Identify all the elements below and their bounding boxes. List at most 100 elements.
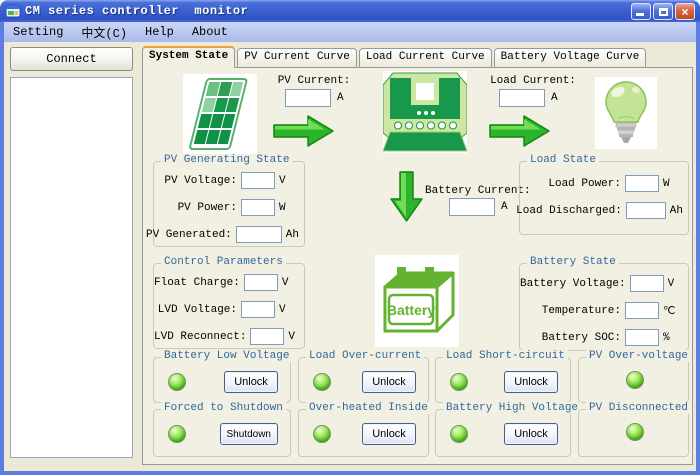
device-listbox[interactable] [10, 77, 133, 458]
status-led [450, 373, 468, 391]
close-button[interactable]: × [675, 3, 695, 20]
status-group-over-heated-inside: Over-heated Inside Unlock [298, 409, 429, 457]
tab-system-state[interactable]: System State [142, 46, 235, 68]
pv-power-input[interactable] [241, 199, 275, 216]
load-current-input[interactable] [499, 89, 545, 107]
unlock-button[interactable]: Unlock [504, 371, 558, 393]
field-unit: W [663, 178, 683, 190]
status-led [626, 423, 644, 441]
load-power-input[interactable] [625, 175, 659, 192]
field-unit: V [288, 331, 299, 343]
load-current-label: Load Current: [485, 75, 581, 87]
window-title: CM series controller monitor [25, 4, 248, 18]
menu-item-language[interactable]: 中文(C) [72, 22, 136, 43]
temperature-input[interactable] [625, 302, 659, 319]
status-led [313, 425, 331, 443]
status-group-title: Over-heated Inside [306, 402, 431, 414]
status-group-load-short-circuit: Load Short-circuit Unlock [435, 357, 571, 403]
unlock-button[interactable]: Unlock [504, 423, 558, 445]
battery-icon: Battery [375, 255, 459, 347]
maximize-icon [659, 8, 668, 16]
pv-generating-state-group: PV Generating State PV Voltage: V PV Pow… [153, 161, 305, 247]
minimize-button[interactable] [631, 3, 651, 20]
group-title: Control Parameters [161, 256, 286, 268]
field-label: Float Charge: [154, 277, 240, 289]
connect-button[interactable]: Connect [10, 47, 133, 71]
battery-voltage-input[interactable] [630, 275, 664, 292]
status-group-title: Forced to Shutdown [161, 402, 286, 414]
field-unit: V [282, 277, 299, 289]
field-label: Battery SOC: [542, 332, 621, 344]
status-group-pv-over-voltage: PV Over-voltage [578, 357, 689, 403]
status-group-battery-low-voltage: Battery Low Voltage Unlock [153, 357, 291, 403]
field-label: Temperature: [542, 305, 621, 317]
pv-generated-input[interactable] [236, 226, 282, 243]
battery-soc-input[interactable] [625, 329, 659, 346]
field-unit: V [279, 175, 299, 187]
field-label: Load Power: [548, 178, 621, 190]
status-group-title: Load Short-circuit [443, 350, 568, 362]
load-current-unit: A [551, 92, 558, 104]
group-title: Battery State [527, 256, 619, 268]
bulb-icon [595, 77, 657, 149]
app-window: CM series controller monitor × Setting 中… [0, 0, 700, 475]
status-led [626, 371, 644, 389]
pv-current-unit: A [337, 92, 344, 104]
status-group-title: PV Over-voltage [586, 350, 691, 362]
maximize-button[interactable] [653, 3, 673, 20]
field-label: Load Discharged: [516, 205, 622, 217]
tab-load-current-curve[interactable]: Load Current Curve [359, 48, 492, 67]
tab-battery-voltage-curve[interactable]: Battery Voltage Curve [494, 48, 647, 67]
lvd-reconnect-input[interactable] [250, 328, 284, 345]
menu-item-help[interactable]: Help [136, 23, 183, 41]
solar-panel-icon [183, 74, 257, 154]
arrow-right-icon [489, 113, 551, 154]
tab-pv-current-curve[interactable]: PV Current Curve [237, 48, 357, 67]
menu-item-setting[interactable]: Setting [4, 23, 72, 41]
float-charge-input[interactable] [244, 274, 278, 291]
minimize-icon [636, 13, 644, 16]
status-group-title: Battery Low Voltage [161, 350, 292, 362]
status-group-title: Load Over-current [306, 350, 424, 362]
status-group-title: Battery High Voltage [443, 402, 581, 414]
unlock-button[interactable]: Unlock [362, 371, 416, 393]
load-discharged-input[interactable] [626, 202, 666, 219]
field-unit: % [663, 332, 683, 344]
field-unit: V [668, 278, 683, 290]
status-group-pv-disconnected: PV Disconnected [578, 409, 689, 457]
field-unit: V [279, 304, 299, 316]
field-label: PV Voltage: [164, 175, 237, 187]
client-area: Connect System State PV Current Curve Lo… [4, 42, 696, 471]
title-bar: CM series controller monitor × [0, 0, 700, 22]
status-group-title: PV Disconnected [586, 402, 691, 414]
field-label: PV Generated: [146, 229, 232, 241]
status-led [313, 373, 331, 391]
battery-current-input[interactable] [449, 198, 495, 216]
status-group-load-over-current: Load Over-current Unlock [298, 357, 429, 403]
pv-voltage-input[interactable] [241, 172, 275, 189]
shutdown-button[interactable]: Shutdown [220, 423, 278, 445]
status-group-battery-high-voltage: Battery High Voltage Unlock [435, 409, 571, 457]
field-unit: Ah [286, 229, 299, 241]
status-group-forced-to-shutdown: Forced to Shutdown Shutdown [153, 409, 291, 457]
unlock-button[interactable]: Unlock [362, 423, 416, 445]
menu-bar: Setting 中文(C) Help About [4, 22, 696, 42]
unlock-button[interactable]: Unlock [224, 371, 278, 393]
battery-current-unit: A [501, 201, 508, 213]
battery-state-group: Battery State Battery Voltage: V Tempera… [519, 263, 689, 351]
lvd-voltage-input[interactable] [241, 301, 275, 318]
tab-strip: System State PV Current Curve Load Curre… [142, 45, 646, 67]
group-title: PV Generating State [161, 154, 292, 166]
controller-icon [383, 71, 467, 153]
control-parameters-group: Control Parameters Float Charge: V LVD V… [153, 263, 305, 349]
field-unit: ℃ [663, 304, 683, 318]
group-title: Load State [527, 154, 599, 166]
menu-item-about[interactable]: About [183, 23, 237, 41]
close-icon: × [681, 5, 688, 19]
field-label: PV Power: [178, 202, 237, 214]
battery-image-label: Battery [387, 302, 435, 318]
pv-current-input[interactable] [285, 89, 331, 107]
status-led [168, 425, 186, 443]
arrow-down-icon [389, 171, 423, 228]
system-state-panel: PV Current: A [142, 67, 693, 465]
